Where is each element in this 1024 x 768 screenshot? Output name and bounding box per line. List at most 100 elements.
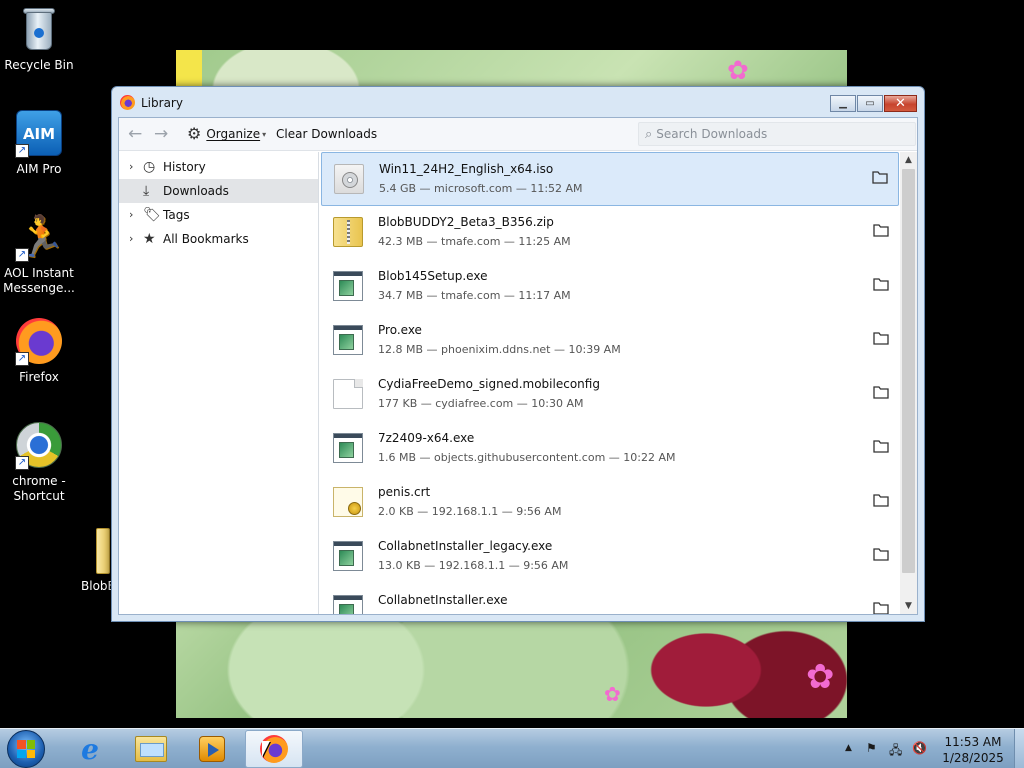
shortcut-arrow-icon: ↗ [15, 248, 29, 262]
search-box[interactable]: ⌕ [638, 122, 916, 146]
download-filename: BlobBUDDY2_Beta3_B356.zip [378, 215, 554, 229]
taskbar-windows-explorer[interactable] [122, 730, 180, 768]
scroll-up-icon[interactable]: ▲ [900, 152, 917, 168]
desktop-icon-recycle-bin[interactable]: Recycle Bin [1, 6, 77, 73]
download-item[interactable]: Blob145Setup.exe 34.7 MB — tmafe.com — 1… [321, 260, 899, 314]
download-details: 1.6 MB — objects.githubusercontent.com —… [378, 451, 676, 464]
open-folder-icon[interactable] [873, 493, 889, 507]
shortcut-arrow-icon: ↗ [15, 456, 29, 470]
desktop-icon-chrome-shortcut[interactable]: ↗ chrome - Shortcut [1, 422, 77, 504]
window-title: Library [141, 96, 183, 110]
executable-file-icon [333, 595, 363, 614]
sidebar-item-label: All Bookmarks [163, 232, 249, 246]
download-filename: Blob145Setup.exe [378, 269, 488, 283]
taskbar-media-player[interactable] [183, 730, 241, 768]
open-folder-icon[interactable] [873, 547, 889, 561]
wallpaper-flower: ✿ [604, 682, 621, 706]
sidebar-item-tags[interactable]: › 🏷 Tags [119, 203, 318, 227]
system-clock[interactable]: 11:53 AM 1/28/2025 [934, 734, 1012, 766]
clock-date: 1/28/2025 [942, 751, 1004, 765]
network-icon[interactable]: 🖧 [889, 741, 902, 762]
internet-explorer-icon: e [81, 732, 99, 766]
taskbar-internet-explorer[interactable]: e [61, 730, 119, 768]
download-details: 42.3 MB — tmafe.com — 11:25 AM [378, 235, 571, 248]
windows-logo-icon [17, 740, 35, 758]
executable-file-icon [333, 271, 363, 301]
library-content: ← → ⚙ Organize ▾ Clear Downloads ⌕ › ◷ H… [118, 117, 918, 615]
download-details: 12.8 MB — phoenixim.ddns.net — 10:39 AM [378, 343, 621, 356]
desktop-icon-firefox[interactable]: ↗ Firefox [1, 318, 77, 385]
chevron-right-icon[interactable]: › [129, 203, 133, 227]
vertical-scrollbar[interactable]: ▲ ▼ [900, 152, 917, 614]
open-folder-icon[interactable] [872, 170, 888, 184]
executable-file-icon [333, 541, 363, 571]
clock-icon: ◷ [143, 159, 156, 175]
download-details: 13.0 KB — 192.168.1.1 — 9:56 AM [378, 559, 569, 572]
certificate-file-icon [333, 487, 363, 517]
download-filename: penis.crt [378, 485, 431, 499]
clear-downloads-button[interactable]: Clear Downloads [276, 127, 377, 141]
sidebar-item-all-bookmarks[interactable]: › ★ All Bookmarks [119, 227, 318, 251]
scroll-down-icon[interactable]: ▼ [900, 598, 917, 614]
open-folder-icon[interactable] [873, 601, 889, 614]
desktop-icon-label: Firefox [19, 370, 59, 384]
desktop-icon-aim-pro[interactable]: AIM ↗ AIM Pro [1, 110, 77, 177]
close-icon: ✕ [895, 96, 906, 111]
download-item[interactable]: BlobBUDDY2_Beta3_B356.zip 42.3 MB — tmaf… [321, 206, 899, 260]
minimize-icon: ▁ [839, 97, 847, 109]
download-item[interactable]: CollabnetInstaller.exe [321, 584, 899, 614]
shortcut-arrow-icon: ↗ [15, 144, 29, 158]
search-input[interactable] [656, 127, 897, 141]
firefox-icon [120, 95, 135, 110]
tag-icon: 🏷 [143, 207, 161, 223]
sidebar-item-downloads[interactable]: ⤓ Downloads [119, 179, 318, 203]
desktop-icon-label: chrome - Shortcut [12, 474, 66, 503]
window-controls: ▁ ▭ ✕ [830, 95, 917, 112]
download-filename: Win11_24H2_English_x64.iso [379, 162, 554, 176]
open-folder-icon[interactable] [873, 331, 889, 345]
desktop-folder-icon[interactable] [96, 528, 110, 574]
downloads-list[interactable]: Win11_24H2_English_x64.iso 5.4 GB — micr… [320, 152, 917, 614]
open-folder-icon[interactable] [873, 223, 889, 237]
title-bar[interactable]: Library ▁ ▭ ✕ [112, 87, 924, 117]
desktop-icon-aol-instant-messenger[interactable]: 🏃 ↗ AOL Instant Messenge... [1, 214, 77, 296]
download-item[interactable]: 7z2409-x64.exe 1.6 MB — objects.githubus… [321, 422, 899, 476]
download-details: 5.4 GB — microsoft.com — 11:52 AM [379, 182, 583, 195]
executable-file-icon [333, 433, 363, 463]
download-item[interactable]: CydiaFreeDemo_signed.mobileconfig 177 KB… [321, 368, 899, 422]
chevron-right-icon[interactable]: › [129, 227, 133, 251]
taskbar-firefox[interactable] [245, 730, 303, 768]
organize-button[interactable]: ⚙ Organize ▾ [187, 126, 266, 142]
download-details: 2.0 KB — 192.168.1.1 — 9:56 AM [378, 505, 562, 518]
minimize-button[interactable]: ▁ [830, 95, 856, 112]
download-item[interactable]: Pro.exe 12.8 MB — phoenixim.ddns.net — 1… [321, 314, 899, 368]
clock-time: 11:53 AM [944, 735, 1002, 749]
scrollbar-thumb[interactable] [902, 169, 915, 573]
download-item[interactable]: penis.crt 2.0 KB — 192.168.1.1 — 9:56 AM [321, 476, 899, 530]
chevron-right-icon[interactable]: › [129, 155, 133, 179]
action-center-flag-icon[interactable]: ⚑ [866, 741, 877, 755]
download-item[interactable]: CollabnetInstaller_legacy.exe 13.0 KB — … [321, 530, 899, 584]
open-folder-icon[interactable] [873, 439, 889, 453]
show-hidden-icons-icon[interactable]: ▲ [845, 743, 852, 753]
open-folder-icon[interactable] [873, 385, 889, 399]
recycle-bin-icon [22, 6, 56, 50]
desktop-icon-label: AIM Pro [16, 162, 62, 176]
start-button[interactable] [7, 730, 45, 768]
volume-muted-icon[interactable]: 🔇 [912, 741, 927, 755]
close-button[interactable]: ✕ [884, 95, 917, 112]
download-filename: CollabnetInstaller.exe [378, 593, 508, 607]
back-arrow-icon[interactable]: ← [128, 125, 142, 143]
download-item[interactable]: Win11_24H2_English_x64.iso 5.4 GB — micr… [321, 152, 899, 206]
maximize-button[interactable]: ▭ [857, 95, 883, 112]
show-desktop-button[interactable] [1014, 729, 1024, 768]
open-folder-icon[interactable] [873, 277, 889, 291]
download-icon: ⤓ [143, 183, 150, 199]
desktop-icon-label: BlobE [81, 579, 116, 593]
shortcut-arrow-icon: ↗ [15, 352, 29, 366]
forward-arrow-icon[interactable]: → [154, 125, 168, 143]
download-filename: Pro.exe [378, 323, 422, 337]
search-icon: ⌕ [645, 126, 653, 142]
wallpaper-detail [176, 50, 202, 90]
sidebar-item-history[interactable]: › ◷ History [119, 155, 318, 179]
